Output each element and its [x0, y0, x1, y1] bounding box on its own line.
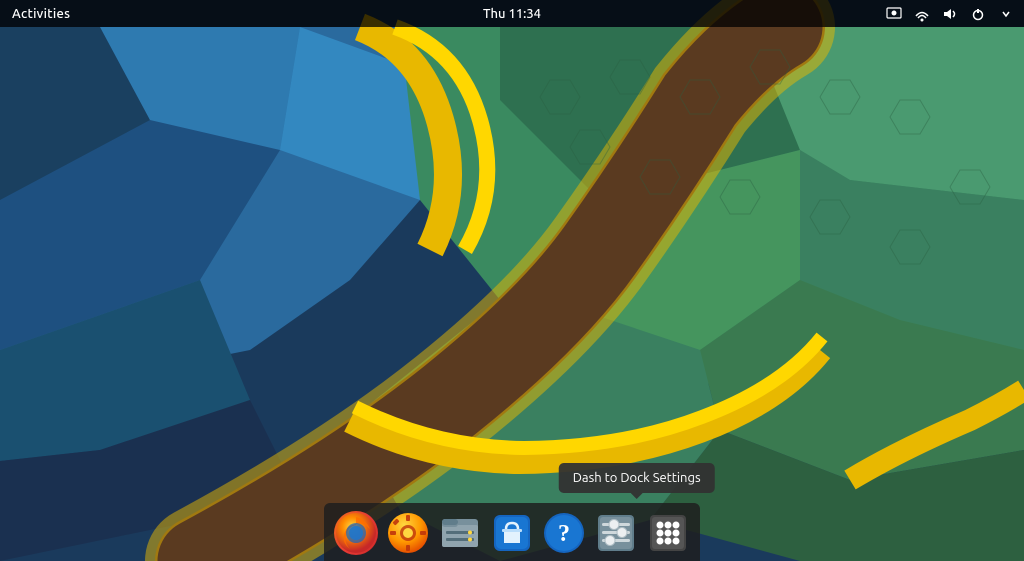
dock-icon-firefox[interactable] — [332, 509, 380, 557]
dock-icon-show-applications[interactable] — [644, 509, 692, 557]
power-icon[interactable] — [968, 4, 988, 24]
tray-menu-arrow[interactable] — [996, 4, 1016, 24]
dock-icon-dash-settings[interactable] — [592, 509, 640, 557]
dock-icon-system-settings[interactable] — [384, 509, 432, 557]
clock: Thu 11:34 — [483, 7, 541, 21]
dock: ? — [324, 503, 700, 561]
dock-icon-software-center[interactable] — [488, 509, 536, 557]
system-tray — [884, 4, 1016, 24]
svg-text:?: ? — [558, 521, 570, 547]
screen-recorder-icon[interactable] — [884, 4, 904, 24]
desktop: Activities Thu 11:34 — [0, 0, 1024, 561]
topbar: Activities Thu 11:34 — [0, 0, 1024, 27]
dock-icon-files[interactable] — [436, 509, 484, 557]
desktop-background — [0, 0, 1024, 561]
network-icon[interactable] — [912, 4, 932, 24]
dock-icon-help[interactable]: ? — [540, 509, 588, 557]
volume-icon[interactable] — [940, 4, 960, 24]
activities-button[interactable]: Activities — [8, 7, 74, 21]
